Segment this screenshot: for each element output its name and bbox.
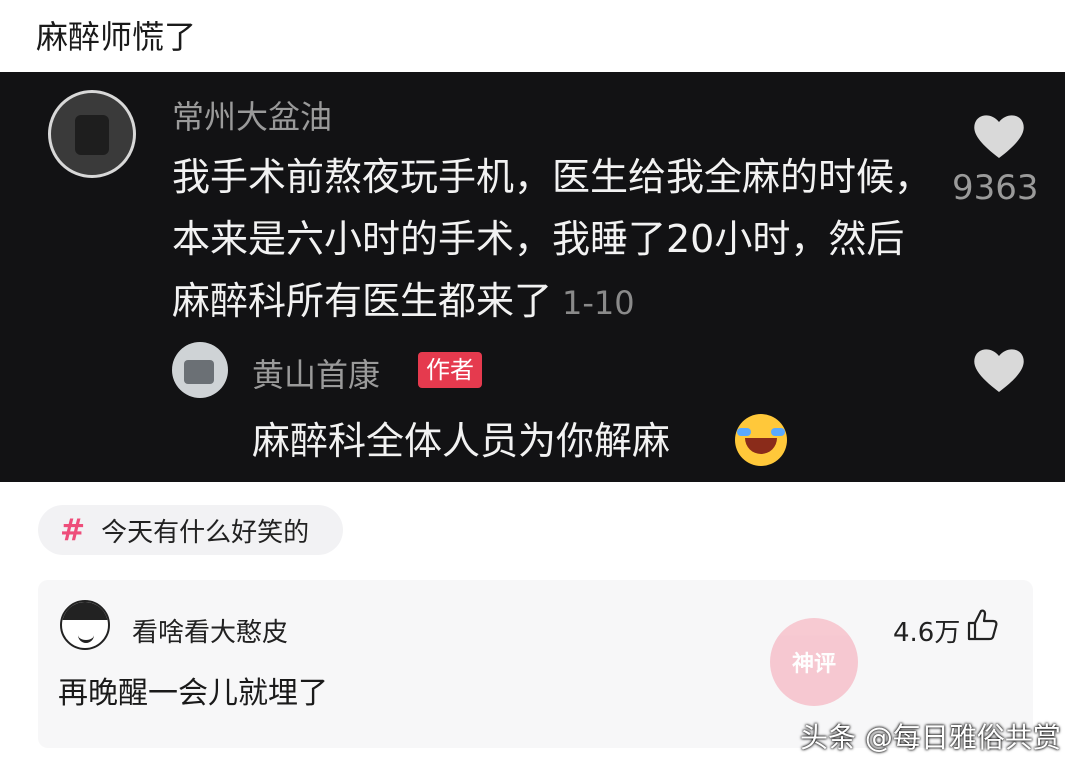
hashtag-icon: # [60,512,86,548]
laughing-emoji-icon [735,414,787,466]
avatar[interactable] [60,600,110,650]
best-comment-stamp: 神评 [770,618,858,706]
stamp-label: 神评 [791,652,836,677]
author-badge: 作者 [418,352,482,388]
avatar[interactable] [48,90,136,178]
reply-text: 麻醉科全体人员为你解麻 [252,419,671,463]
topic-tag[interactable]: # 今天有什么好笑的 [38,505,343,555]
comment-body: 我手术前熬夜玩手机，医生给我全麻的时候，本来是六小时的手术，我睡了20小时，然后… [172,155,933,323]
topic-label: 今天有什么好笑的 [101,517,310,548]
reply-name[interactable]: 黄山首康 [252,350,380,396]
bottom-commenter-name[interactable]: 看啥看大憨皮 [132,612,288,649]
comment-text: 我手术前熬夜玩手机，医生给我全麻的时候，本来是六小时的手术，我睡了20小时，然后… [172,146,932,334]
heart-icon[interactable] [972,112,1026,160]
thumbs-up-icon[interactable] [965,608,999,642]
post-title: 麻醉师慌了 [36,18,197,56]
heart-icon[interactable] [972,346,1026,394]
watermark: 头条 @每日雅俗共赏 [800,721,1061,754]
comment-date: 1-10 [562,284,635,322]
commenter-name[interactable]: 常州大盆油 [172,92,332,138]
like-count: 9363 [952,168,1039,208]
bottom-like-count: 4.6万 [893,618,961,648]
reply-avatar[interactable] [172,342,228,398]
bottom-comment-text: 再晚醒一会儿就埋了 [58,676,328,711]
